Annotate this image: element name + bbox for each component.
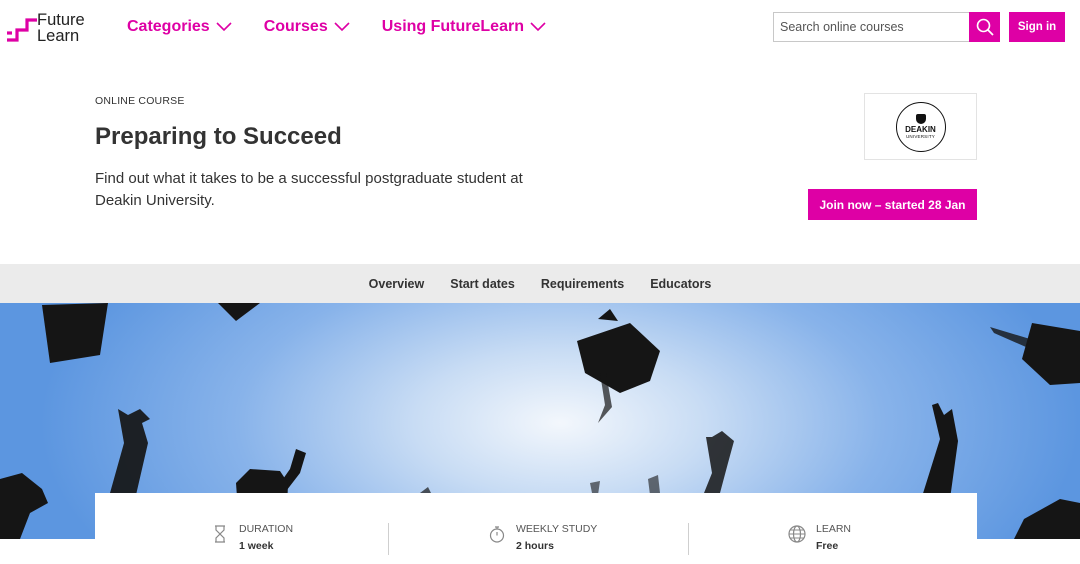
logo-wordmark: Future Learn [37,11,85,45]
nav-label: Categories [127,18,210,35]
join-button[interactable]: Join now – started 28 Jan [808,189,977,220]
crest-icon [915,114,926,124]
tab-requirements[interactable]: Requirements [541,277,624,291]
stat-value: 2 hours [516,540,554,552]
nav-courses[interactable]: Courses [264,18,350,36]
chevron-down-icon [530,22,546,32]
futurelearn-logo-mark [7,18,37,42]
university-subtitle: UNIVERSITY [905,134,935,139]
tab-overview[interactable]: Overview [369,277,425,291]
university-logo-card[interactable]: DEAKIN UNIVERSITY [864,93,977,160]
stopwatch-icon [489,526,505,543]
hourglass-icon [215,525,225,543]
stat-label: WEEKLY STUDY [516,523,598,535]
course-info-card: DURATION 1 week WEEKLY STUDY 2 hours LEA… [95,493,977,564]
nav-label: Courses [263,18,328,35]
stat-value: Free [816,540,839,552]
stat-label: DURATION [239,523,294,535]
chevron-down-icon [334,22,350,32]
course-description: Find out what it takes to be a successfu… [95,170,523,209]
stat-duration: DURATION 1 week [210,523,293,553]
main-nav: Categories Courses Using FutureLearn [127,18,578,36]
globe-icon [788,525,806,543]
sign-in-button[interactable]: Sign in [1009,12,1065,42]
search-icon [976,18,994,36]
chevron-down-icon [216,22,232,32]
futurelearn-logo[interactable]: Future Learn [5,11,95,45]
tab-educators[interactable]: Educators [650,277,711,291]
search-bar [773,12,1000,42]
deakin-logo: DEAKIN UNIVERSITY [895,101,946,152]
course-type-label: ONLINE COURSE [95,95,185,107]
course-tabs: Overview Start dates Requirements Educat… [0,264,1080,303]
stat-value: 1 week [239,540,274,552]
nav-using-futurelearn[interactable]: Using FutureLearn [382,18,546,36]
stat-weekly-study: WEEKLY STUDY 2 hours [487,523,597,553]
divider [688,523,689,555]
search-input[interactable] [773,12,969,42]
stat-learn: LEARN Free [787,523,851,553]
page-title: Preparing to Succeed [95,123,342,150]
search-button[interactable] [969,12,1000,42]
divider [388,523,389,555]
stat-label: LEARN [816,523,852,535]
tab-start-dates[interactable]: Start dates [450,277,515,291]
logo-line-1: Future [37,11,85,29]
nav-label: Using FutureLearn [381,18,524,35]
nav-categories[interactable]: Categories [127,18,232,36]
university-name: DEAKIN [905,125,936,134]
logo-line-2: Learn [37,27,80,45]
site-header: Future Learn Categories Courses Using Fu… [0,0,1080,58]
